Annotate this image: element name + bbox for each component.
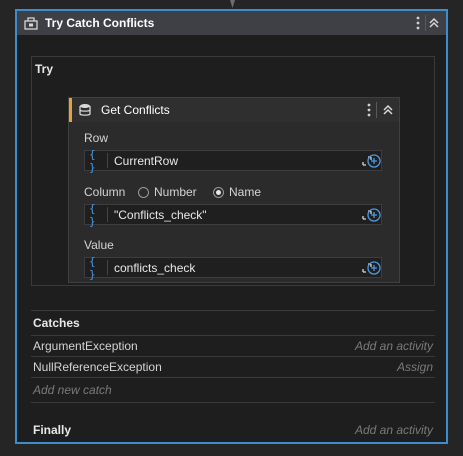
field-divider <box>107 207 108 222</box>
column-label: Column <box>84 185 126 199</box>
try-catch-icon <box>23 15 39 31</box>
row-value[interactable]: CurrentRow <box>114 154 361 168</box>
activity-collapse-icon[interactable] <box>380 102 396 118</box>
add-variable-icon[interactable] <box>367 154 381 168</box>
database-icon <box>79 102 93 118</box>
catch-action[interactable]: Assign <box>397 360 433 374</box>
finally-divider <box>31 402 435 403</box>
finally-add-activity[interactable]: Add an activity <box>355 423 433 437</box>
catch-add-activity[interactable]: Add an activity <box>355 339 433 353</box>
try-catch-header[interactable]: Try Catch Conflicts <box>17 11 446 35</box>
value-value[interactable]: conflicts_check <box>114 261 361 275</box>
collapse-icon[interactable] <box>426 15 442 31</box>
row-label: Row <box>84 131 109 145</box>
catches-divider <box>31 310 435 311</box>
finally-label: Finally <box>33 423 72 437</box>
column-field[interactable]: { } "Conflicts_check" <box>84 201 382 228</box>
more-options-icon[interactable] <box>412 14 424 32</box>
column-option-name-label: Name <box>229 185 262 199</box>
try-label: Try <box>35 62 54 76</box>
expression-icon: { } <box>89 254 96 281</box>
radio-button[interactable] <box>138 186 149 198</box>
catch-exception-name: ArgumentException <box>33 339 138 353</box>
activity-more-options-icon[interactable] <box>363 101 375 119</box>
value-label: Value <box>84 238 114 252</box>
column-value[interactable]: "Conflicts_check" <box>114 208 361 222</box>
field-divider <box>107 260 108 275</box>
column-option-name[interactable]: Name <box>213 185 261 199</box>
value-field[interactable]: { } conflicts_check <box>84 254 382 281</box>
catch-row[interactable]: ArgumentException Add an activity <box>31 336 435 358</box>
catch-row-divider <box>31 377 435 378</box>
try-catch-activity[interactable]: Try Catch Conflicts Try Get Conflicts Ro… <box>15 9 448 444</box>
add-new-catch-link[interactable]: Add new catch <box>33 383 112 397</box>
add-variable-icon[interactable] <box>367 208 381 222</box>
radio-button-selected[interactable] <box>213 186 224 198</box>
field-divider <box>107 153 108 168</box>
flow-connector <box>230 0 235 8</box>
column-option-number[interactable]: Number <box>138 185 197 199</box>
get-conflicts-activity[interactable]: Get Conflicts Row { } CurrentRow Column <box>68 97 400 283</box>
expression-icon: { } <box>89 147 96 174</box>
get-conflicts-header[interactable]: Get Conflicts <box>69 98 399 122</box>
catches-label: Catches <box>33 316 80 330</box>
add-variable-icon[interactable] <box>367 261 381 275</box>
activity-title: Get Conflicts <box>101 103 170 117</box>
catch-row[interactable]: NullReferenceException Assign <box>31 357 435 379</box>
row-field[interactable]: { } CurrentRow <box>84 147 382 174</box>
activity-header-divider <box>376 102 377 118</box>
column-option-number-label: Number <box>154 185 197 199</box>
catch-exception-name: NullReferenceException <box>33 360 162 374</box>
try-catch-title: Try Catch Conflicts <box>45 16 155 30</box>
expression-icon: { } <box>89 201 96 228</box>
